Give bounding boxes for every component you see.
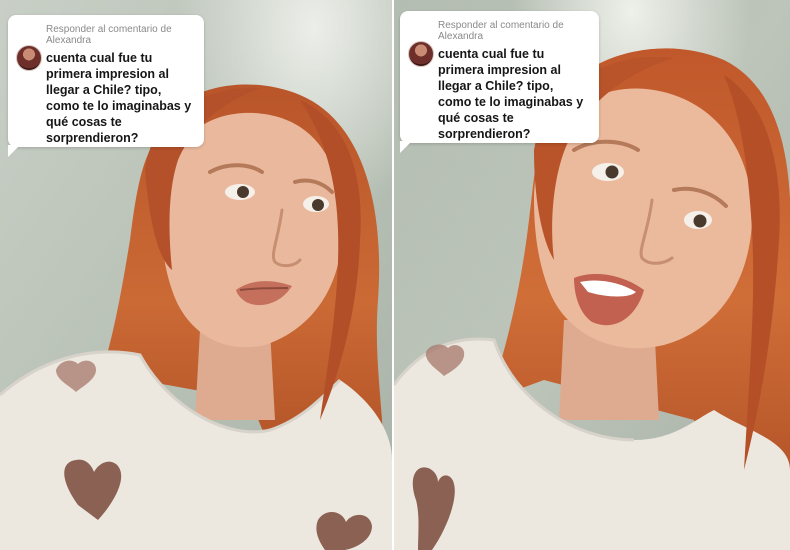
video-frame-right: Responder al comentario de Alexandra cue…	[394, 0, 790, 550]
iris-left	[605, 165, 619, 179]
iris-left	[237, 186, 249, 198]
video-frame-left: Responder al comentario de Alexandra cue…	[0, 0, 392, 550]
commenter-avatar-icon	[408, 41, 434, 67]
commenter-avatar-icon	[16, 45, 42, 71]
comment-question: cuenta cual fue tu primera impresion al …	[438, 47, 584, 141]
reply-label: Responder al comentario de Alexandra	[438, 20, 564, 42]
reply-label: Responder al comentario de Alexandra	[46, 24, 172, 46]
comment-reply-bubble: Responder al comentario de Alexandra cue…	[8, 15, 204, 157]
comment-reply-bubble: Responder al comentario de Alexandra cue…	[400, 11, 599, 153]
iris-right	[693, 214, 707, 228]
iris-right	[312, 199, 324, 211]
comment-question: cuenta cual fue tu primera impresion al …	[46, 51, 192, 145]
